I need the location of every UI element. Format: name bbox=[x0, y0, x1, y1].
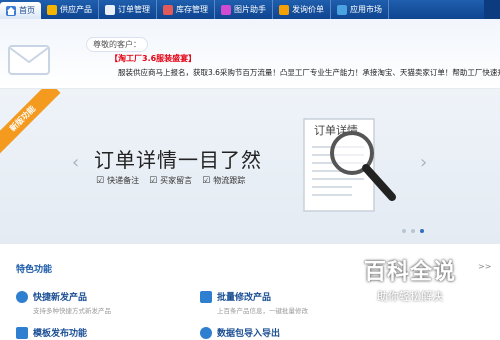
tab-label: 库存管理 bbox=[176, 5, 208, 14]
inventory-icon bbox=[163, 4, 173, 15]
greeting-label: 尊敬的客户： bbox=[86, 37, 148, 52]
feature-item-name: 数据包导入导出 bbox=[217, 329, 281, 339]
tab-label: 供应产品 bbox=[60, 5, 92, 14]
feature-label: 快递备注 bbox=[107, 176, 140, 185]
feature-item-batch-edit[interactable]: 批量修改产品 上百条产品信息，一键批量修改 bbox=[200, 290, 308, 315]
feature-label: 买家留言 bbox=[160, 176, 193, 185]
tab-label: 图片助手 bbox=[234, 5, 266, 14]
template-icon bbox=[16, 327, 28, 339]
magnifier-document-illustration: 订单详情 bbox=[303, 118, 396, 212]
banner-title: 订单详情一目了然 bbox=[94, 148, 262, 172]
banner-prev-arrow[interactable]: ‹ bbox=[72, 153, 79, 173]
feature-item-name: 模板发布功能 bbox=[33, 329, 88, 339]
feature-logistics-tracking: ☑ 物流跟踪 bbox=[202, 175, 245, 186]
tab-send-inquiry[interactable]: 发询价单 bbox=[273, 0, 331, 19]
feature-item-name: 批量修改产品 bbox=[217, 293, 272, 303]
product-icon bbox=[47, 4, 57, 15]
feature-item-template-publish[interactable]: 模板发布功能 bbox=[16, 326, 87, 339]
carousel-dot-active[interactable] bbox=[420, 229, 424, 233]
inquiry-icon bbox=[279, 4, 289, 15]
tab-inventory-management[interactable]: 库存管理 bbox=[157, 0, 215, 19]
tab-label: 首页 bbox=[19, 6, 35, 15]
image-icon bbox=[221, 4, 231, 15]
top-navbar: 首页 供应产品 订单管理 库存管理 图片助手 发询价单 应用市场 bbox=[0, 0, 500, 19]
carousel-dots bbox=[402, 229, 424, 233]
app-market-icon bbox=[337, 4, 347, 15]
banner-feature-list: ☑ 快递备注 ☑ 买家留言 ☑ 物流跟踪 bbox=[96, 175, 245, 186]
order-icon bbox=[105, 4, 115, 15]
tab-label: 订单管理 bbox=[118, 5, 150, 14]
feature-item-desc: 上百条产品信息，一键批量修改 bbox=[217, 307, 308, 315]
feature-buyer-message: ☑ 买家留言 bbox=[149, 175, 192, 186]
feature-item-desc: 支持多种快捷方式新发产品 bbox=[33, 307, 111, 315]
section-title: 特色功能 bbox=[16, 265, 53, 275]
feature-banner: 新版功能 ‹ 订单详情一目了然 ☑ 快递备注 ☑ 买家留言 ☑ 物流跟踪 订单详… bbox=[0, 89, 500, 244]
tab-image-assistant[interactable]: 图片助手 bbox=[215, 0, 273, 19]
promo-text: 服装供应商马上报名，获取3.6采购节百万流量！凸显工厂专业生产能力！承接淘宝、天… bbox=[118, 68, 500, 77]
new-feature-ribbon: 新版功能 bbox=[0, 89, 61, 157]
tab-label: 应用市场 bbox=[350, 5, 382, 14]
nav-scroll-area bbox=[484, 0, 500, 19]
checkbox-icon: ☑ bbox=[96, 175, 105, 186]
more-link[interactable]: >> bbox=[478, 262, 491, 271]
feature-item-quick-publish[interactable]: 快捷新发产品 支持多种快捷方式新发产品 bbox=[16, 290, 111, 315]
watermark: 百科全说 助你轻松解决 bbox=[350, 254, 470, 314]
promo-title[interactable]: 【淘工厂3.6服装盛宴】 bbox=[110, 53, 196, 64]
import-export-icon bbox=[200, 327, 212, 339]
checkbox-icon: ☑ bbox=[202, 175, 211, 186]
feature-label: 物流跟踪 bbox=[213, 176, 246, 185]
tab-app-market[interactable]: 应用市场 bbox=[331, 0, 389, 19]
tab-supply-products[interactable]: 供应产品 bbox=[41, 0, 99, 19]
envelope-icon bbox=[8, 45, 50, 75]
feature-item-data-import-export[interactable]: 数据包导入导出 bbox=[200, 326, 280, 339]
batch-edit-icon bbox=[200, 291, 212, 303]
tab-order-management[interactable]: 订单管理 bbox=[99, 0, 157, 19]
watermark-main: 百科全说 bbox=[363, 260, 456, 285]
publish-icon bbox=[16, 291, 28, 303]
feature-item-name: 快捷新发产品 bbox=[33, 293, 88, 303]
checkbox-icon: ☑ bbox=[149, 175, 158, 186]
home-icon bbox=[6, 5, 16, 16]
banner-next-arrow[interactable]: › bbox=[420, 153, 427, 173]
tab-home[interactable]: 首页 bbox=[0, 2, 41, 19]
tab-label: 发询价单 bbox=[292, 5, 324, 14]
greeting-area: 尊敬的客户： 【淘工厂3.6服装盛宴】 服装供应商马上报名，获取3.6采购节百万… bbox=[0, 19, 500, 89]
feature-express-note: ☑ 快递备注 bbox=[96, 175, 139, 186]
carousel-dot[interactable] bbox=[411, 229, 415, 233]
carousel-dot[interactable] bbox=[402, 229, 406, 233]
watermark-sub: 助你轻松解决 bbox=[377, 290, 443, 303]
